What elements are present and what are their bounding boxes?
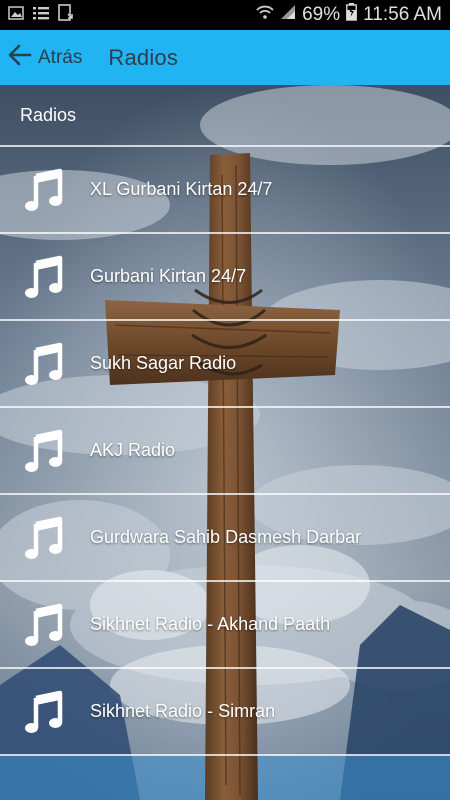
radio-label: Gurbani Kirtan 24/7 [90, 266, 247, 286]
status-bar-right: 69% 11:56 AM [256, 3, 442, 27]
page-title: Radios [108, 44, 179, 70]
radio-list-item[interactable]: Gurbani Kirtan 24/7 [0, 234, 450, 321]
radio-label: Gurdwara Sahib Dasmesh Darbar [90, 527, 362, 547]
radio-label: Sikhnet Radio - Simran [90, 701, 276, 721]
radio-list-item[interactable]: XL Gurbani Kirtan 24/7 [0, 147, 450, 234]
music-note-icon [22, 342, 66, 386]
section-header: Radios [0, 85, 450, 147]
radio-list-item[interactable]: AKJ Radio [0, 408, 450, 495]
radio-list-container: Radios XL Gurbani Kirtan 24/7 Gurbani Ki… [0, 85, 450, 800]
radio-list-item[interactable]: Sikhnet Radio - Akhand Paath [0, 582, 450, 669]
music-note-icon [22, 603, 66, 647]
radio-list: XL Gurbani Kirtan 24/7 Gurbani Kirtan 24… [0, 147, 450, 756]
music-note-icon [22, 516, 66, 560]
battery-percent: 69% [302, 4, 341, 25]
music-note-icon [22, 429, 66, 473]
app-bar: Atrás Radios [0, 30, 450, 85]
clock: 11:56 AM [363, 4, 442, 25]
music-note-icon [22, 168, 66, 212]
back-button[interactable]: Atrás [8, 38, 82, 78]
signal-icon [280, 4, 296, 26]
arrow-left-icon [8, 44, 32, 71]
screen: 69% 11:56 AM Atrás Radios Radios XL Gurb… [0, 0, 450, 800]
radio-label: Sikhnet Radio - Akhand Paath [90, 614, 331, 634]
status-bar: 69% 11:56 AM [0, 0, 450, 30]
download-icon [58, 3, 74, 27]
radio-list-item[interactable]: Gurdwara Sahib Dasmesh Darbar [0, 495, 450, 582]
status-bar-left [8, 3, 74, 27]
image-icon [8, 5, 24, 26]
wifi-icon [256, 4, 274, 26]
back-label: Atrás [38, 46, 83, 68]
radio-list-item[interactable]: Sukh Sagar Radio [0, 321, 450, 408]
radio-list-item[interactable]: Sikhnet Radio - Simran [0, 669, 450, 756]
radio-label: XL Gurbani Kirtan 24/7 [90, 179, 273, 199]
radio-label: Sukh Sagar Radio [90, 353, 237, 373]
music-note-icon [22, 255, 66, 299]
music-note-icon [22, 690, 66, 734]
list-icon [32, 5, 50, 26]
radio-label: AKJ Radio [90, 440, 176, 460]
battery-icon [346, 3, 358, 27]
